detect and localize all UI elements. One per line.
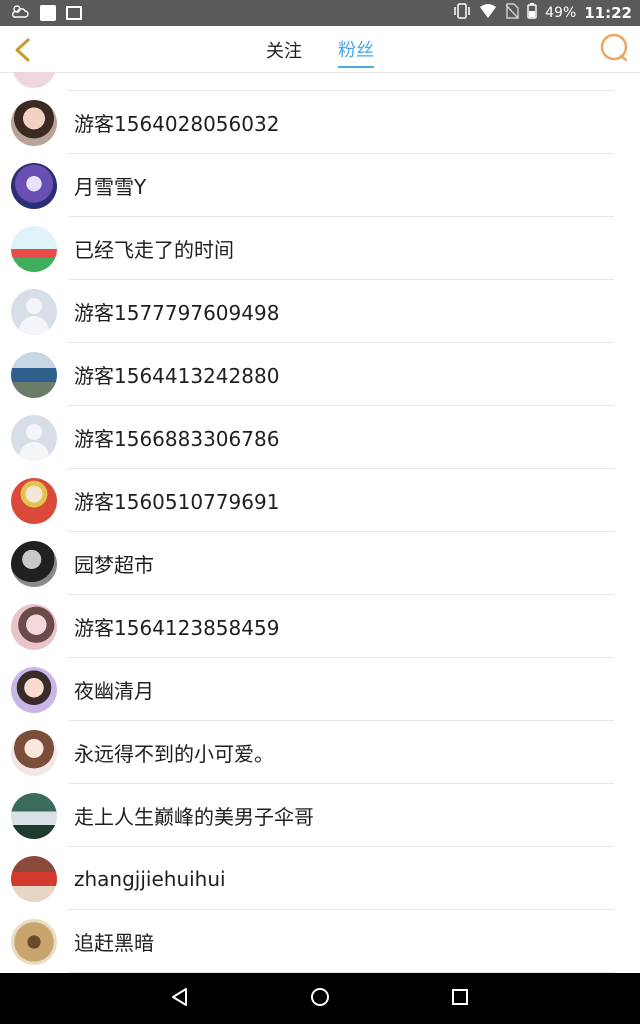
list-item[interactable]: 游客1560510779691 (0, 469, 640, 532)
user-name: zhangjjiehuihui (74, 866, 226, 891)
wifi-icon (479, 3, 497, 23)
user-name: 游客1577797609498 (74, 301, 280, 325)
avatar (11, 792, 57, 839)
avatar (11, 225, 57, 272)
vibrate-icon (453, 3, 471, 23)
user-name: 已经飞走了的时间 (74, 238, 234, 262)
nav-back-button[interactable] (160, 979, 200, 1019)
nav-home-button[interactable] (300, 979, 340, 1019)
avatar (12, 72, 56, 88)
avatar (11, 477, 57, 524)
weather-icon (10, 3, 30, 23)
list-item[interactable]: 追赶黑暗 (0, 910, 640, 973)
list-item[interactable]: 游客1564028056032 (0, 91, 640, 154)
status-bar: 49% 11:22 (0, 0, 640, 26)
user-name: 追赶黑暗 (74, 931, 154, 955)
clock: 11:22 (584, 4, 632, 22)
square-recents-icon (449, 986, 471, 1012)
list-item[interactable]: 已经飞走了的时间 (0, 217, 640, 280)
user-name: 月雪雪Y (74, 175, 147, 199)
user-name: 永远得不到的小可爱。 (74, 742, 274, 766)
user-name: 游客1566883306786 (74, 427, 280, 451)
user-name: 游客1564123858459 (74, 616, 280, 640)
avatar (11, 414, 57, 461)
avatar (11, 540, 57, 587)
user-name: 园梦超市 (74, 553, 154, 577)
list-item[interactable]: 月雪雪Y (0, 154, 640, 217)
user-name: 游客1564413242880 (74, 364, 280, 388)
triangle-back-icon (169, 986, 191, 1012)
image-notification-icon (66, 6, 82, 20)
list-item[interactable]: 夜幽清月 (0, 658, 640, 721)
avatar (11, 918, 57, 965)
nav-recents-button[interactable] (440, 979, 480, 1019)
circle-home-icon (309, 986, 331, 1012)
avatar (11, 729, 57, 776)
user-name: 夜幽清月 (74, 679, 154, 703)
avatar (11, 603, 57, 650)
avatar (11, 288, 57, 335)
battery-icon (527, 3, 537, 23)
list-item[interactable]: 游客1564123858459 (0, 595, 640, 658)
avatar (11, 99, 57, 146)
search-icon (598, 33, 632, 70)
follower-rows: 游客1564028056032 月雪雪Y 已经飞走了的时间 游客15777976… (0, 91, 640, 973)
tab-followers[interactable]: 粉丝 (338, 30, 374, 68)
battery-level: 49% (545, 5, 577, 21)
list-item[interactable]: 游客1566883306786 (0, 406, 640, 469)
list-item[interactable]: zhangjjiehuihui (0, 847, 640, 910)
user-name: 走上人生巅峰的美男子伞哥 (74, 805, 314, 829)
follower-list: 游客1564028056032 月雪雪Y 已经飞走了的时间 游客15777976… (0, 72, 640, 973)
navigation-bar (0, 973, 640, 1024)
list-item[interactable]: 走上人生巅峰的美男子伞哥 (0, 784, 640, 847)
avatar (11, 855, 57, 902)
avatar (11, 162, 57, 209)
user-name: 游客1560510779691 (74, 490, 280, 514)
avatar (11, 666, 57, 713)
list-item[interactable]: 游客1577797609498 (0, 280, 640, 343)
tab-group: 关注 粉丝 (0, 26, 640, 72)
status-bar-right: 49% 11:22 (453, 3, 640, 23)
list-item[interactable]: 永远得不到的小可爱。 (0, 721, 640, 784)
search-button[interactable] (598, 32, 632, 66)
list-item-partial[interactable] (0, 72, 640, 91)
avatar (11, 351, 57, 398)
app-notification-icon (40, 5, 56, 21)
tab-following[interactable]: 关注 (266, 31, 302, 67)
no-sim-icon (505, 3, 519, 23)
list-item[interactable]: 游客1564413242880 (0, 343, 640, 406)
header-bar: 关注 粉丝 (0, 26, 640, 73)
list-item[interactable]: 园梦超市 (0, 532, 640, 595)
status-bar-left (0, 3, 82, 23)
user-name: 游客1564028056032 (74, 112, 280, 136)
